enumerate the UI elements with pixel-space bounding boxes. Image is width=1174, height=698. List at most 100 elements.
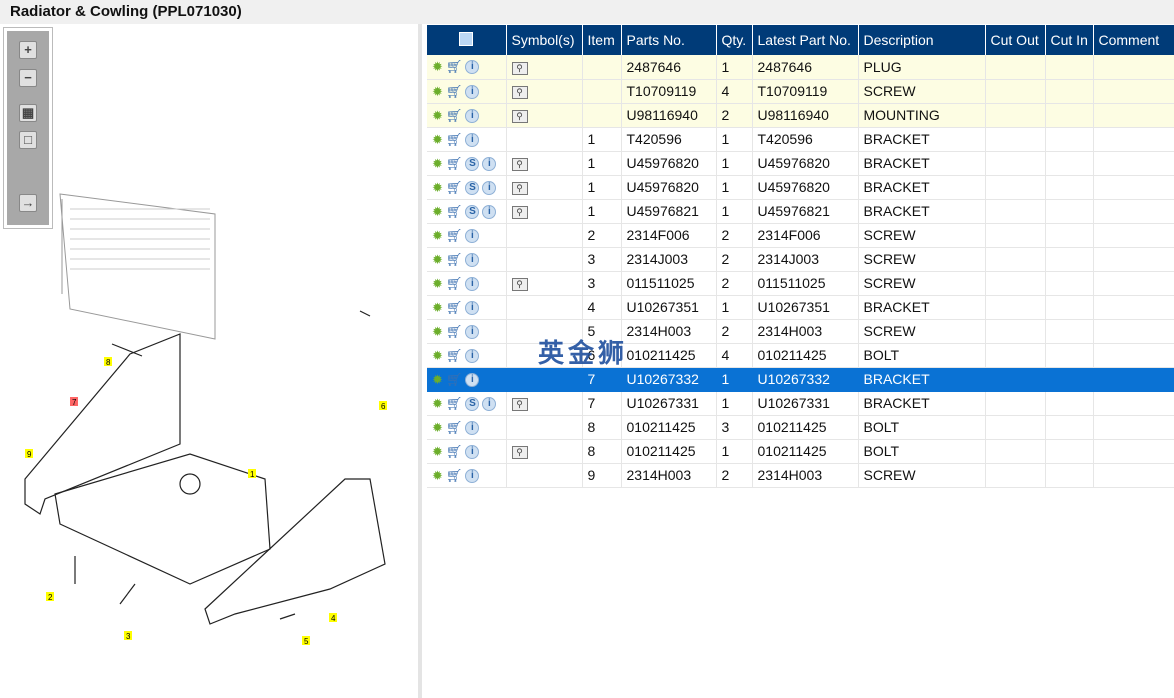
cart-icon[interactable]: 🛒︎ [446, 59, 463, 75]
book-view-icon[interactable]: ⚲ [511, 85, 528, 99]
book-view-icon[interactable]: ⚲ [511, 445, 528, 459]
settings-gear-icon[interactable]: ✹ [432, 252, 443, 268]
book-view-icon[interactable]: ⚲ [511, 157, 528, 171]
table-row[interactable]: ✹ 🛒︎ i ⚲ 8 010211425 1 010211425 BOLT [427, 439, 1174, 464]
info-icon[interactable]: i [482, 204, 497, 219]
table-row[interactable]: ✹ 🛒︎ i 8 010211425 3 010211425 BOLT [427, 415, 1174, 440]
table-row[interactable]: ✹ 🛒︎ i 1 T420596 1 T420596 BRACKET [427, 127, 1174, 152]
cart-icon[interactable]: 🛒︎ [446, 84, 463, 100]
info-icon[interactable]: i [465, 228, 480, 243]
cart-icon[interactable]: 🛒︎ [446, 324, 463, 340]
search-icon[interactable] [459, 31, 474, 46]
cart-icon[interactable]: 🛒︎ [446, 348, 463, 364]
settings-gear-icon[interactable]: ✹ [432, 59, 443, 75]
settings-gear-icon[interactable]: ✹ [432, 468, 443, 484]
info-icon[interactable]: i [465, 60, 480, 75]
info-icon[interactable]: i [465, 300, 480, 315]
info-icon[interactable]: i [465, 108, 480, 123]
supersession-icon[interactable]: S [465, 180, 480, 195]
settings-gear-icon[interactable]: ✹ [432, 180, 443, 196]
book-view-icon[interactable]: ⚲ [511, 181, 528, 195]
column-header[interactable]: Latest Part No. [752, 25, 859, 55]
book-view-icon[interactable]: ⚲ [511, 277, 528, 291]
supersession-icon[interactable]: S [465, 204, 480, 219]
cart-icon[interactable]: 🛒︎ [446, 420, 463, 436]
settings-gear-icon[interactable]: ✹ [432, 444, 443, 460]
cart-icon[interactable]: 🛒︎ [446, 228, 463, 244]
column-header[interactable]: Qty. [716, 25, 753, 55]
column-header[interactable]: Cut Out [985, 25, 1046, 55]
table-row[interactable]: ✹ 🛒︎ i ⚲ U98116940 2 U98116940 MOUNTING [427, 103, 1174, 128]
column-header[interactable]: Parts No. [621, 25, 717, 55]
book-view-icon[interactable]: ⚲ [511, 397, 528, 411]
info-icon[interactable]: i [482, 396, 497, 411]
settings-gear-icon[interactable]: ✹ [432, 276, 443, 292]
cart-icon[interactable]: 🛒︎ [446, 156, 463, 172]
export-button[interactable]: → [19, 194, 37, 212]
cart-icon[interactable]: 🛒︎ [446, 396, 463, 412]
info-icon[interactable]: i [465, 276, 480, 291]
info-icon[interactable]: i [482, 180, 497, 195]
zoom-out-button[interactable]: − [19, 69, 37, 87]
cart-icon[interactable]: 🛒︎ [446, 468, 463, 484]
table-row[interactable]: ✹ 🛒︎ i 7 U10267332 1 U10267332 BRACKET [427, 367, 1174, 392]
zoom-in-button[interactable]: + [19, 41, 37, 59]
settings-gear-icon[interactable]: ✹ [432, 372, 443, 388]
book-view-icon[interactable]: ⚲ [511, 61, 528, 75]
settings-gear-icon[interactable]: ✹ [432, 84, 443, 100]
cart-icon[interactable]: 🛒︎ [446, 276, 463, 292]
column-header[interactable]: Item [582, 25, 622, 55]
cart-icon[interactable]: 🛒︎ [446, 252, 463, 268]
search-column-header[interactable] [427, 25, 507, 55]
fit-page-button[interactable]: ▦ [19, 104, 37, 122]
table-row[interactable]: ✹ 🛒︎ Si ⚲ 1 U45976821 1 U45976821 BRACKET [427, 199, 1174, 224]
table-row[interactable]: ✹ 🛒︎ i 4 U10267351 1 U10267351 BRACKET [427, 295, 1174, 320]
column-header[interactable]: Symbol(s) [506, 25, 583, 55]
book-view-icon[interactable]: ⚲ [511, 205, 528, 219]
cart-icon[interactable]: 🛒︎ [446, 204, 463, 220]
column-header[interactable]: Comment [1093, 25, 1174, 55]
cart-icon[interactable]: 🛒︎ [446, 444, 463, 460]
settings-gear-icon[interactable]: ✹ [432, 300, 443, 316]
book-view-icon[interactable]: ⚲ [511, 109, 528, 123]
info-icon[interactable]: i [482, 156, 497, 171]
cart-icon[interactable]: 🛒︎ [446, 300, 463, 316]
cart-icon[interactable]: 🛒︎ [446, 108, 463, 124]
table-row[interactable]: ✹ 🛒︎ i ⚲ 2487646 1 2487646 PLUG [427, 55, 1174, 80]
column-header[interactable]: Cut In [1045, 25, 1094, 55]
table-row[interactable]: ✹ 🛒︎ i 2 2314F006 2 2314F006 SCREW [427, 223, 1174, 248]
cart-icon[interactable]: 🛒︎ [446, 372, 463, 388]
info-icon[interactable]: i [465, 468, 480, 483]
settings-gear-icon[interactable]: ✹ [432, 420, 443, 436]
settings-gear-icon[interactable]: ✹ [432, 132, 443, 148]
settings-gear-icon[interactable]: ✹ [432, 108, 443, 124]
info-icon[interactable]: i [465, 420, 480, 435]
diagram-panel[interactable]: 8 7 9 1 6 2 3 5 4 [0, 24, 422, 698]
info-icon[interactable]: i [465, 348, 480, 363]
settings-gear-icon[interactable]: ✹ [432, 228, 443, 244]
table-row[interactable]: ✹ 🛒︎ i ⚲ T10709119 4 T10709119 SCREW [427, 79, 1174, 104]
settings-gear-icon[interactable]: ✹ [432, 156, 443, 172]
settings-gear-icon[interactable]: ✹ [432, 324, 443, 340]
supersession-icon[interactable]: S [465, 156, 480, 171]
table-row[interactable]: ✹ 🛒︎ Si ⚲ 1 U45976820 1 U45976820 BRACKET [427, 175, 1174, 200]
info-icon[interactable]: i [465, 84, 480, 99]
info-icon[interactable]: i [465, 132, 480, 147]
info-icon[interactable]: i [465, 252, 480, 267]
actual-size-button[interactable]: □ [19, 131, 37, 149]
table-row[interactable]: ✹ 🛒︎ i ⚲ 3 011511025 2 011511025 SCREW [427, 271, 1174, 296]
info-icon[interactable]: i [465, 372, 480, 387]
settings-gear-icon[interactable]: ✹ [432, 204, 443, 220]
cart-icon[interactable]: 🛒︎ [446, 180, 463, 196]
table-row[interactable]: ✹ 🛒︎ Si ⚲ 7 U10267331 1 U10267331 BRACKET [427, 391, 1174, 416]
cart-icon[interactable]: 🛒︎ [446, 132, 463, 148]
supersession-icon[interactable]: S [465, 396, 480, 411]
column-header[interactable]: Description [858, 25, 986, 55]
settings-gear-icon[interactable]: ✹ [432, 396, 443, 412]
table-row[interactable]: ✹ 🛒︎ Si ⚲ 1 U45976820 1 U45976820 BRACKET [427, 151, 1174, 176]
table-row[interactable]: ✹ 🛒︎ i 3 2314J003 2 2314J003 SCREW [427, 247, 1174, 272]
table-row[interactable]: ✹ 🛒︎ i 9 2314H003 2 2314H003 SCREW [427, 463, 1174, 488]
info-icon[interactable]: i [465, 444, 480, 459]
settings-gear-icon[interactable]: ✹ [432, 348, 443, 364]
info-icon[interactable]: i [465, 324, 480, 339]
